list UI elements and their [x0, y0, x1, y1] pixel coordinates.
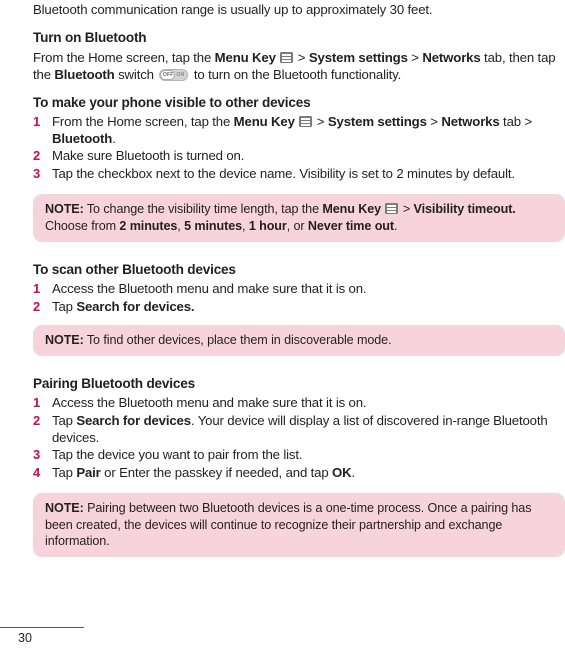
para-seg: From the Home screen, tap the [33, 50, 215, 65]
note-seg: Choose from [45, 218, 120, 233]
list-item: 1 Access the Bluetooth menu and make sur… [33, 281, 565, 298]
step-seg: Tap [52, 413, 77, 429]
toggle-switch-icon: OFF ON [159, 69, 189, 81]
step-number: 3 [33, 447, 41, 463]
step-seg: > [313, 114, 328, 129]
menu-key-icon [280, 52, 294, 63]
note-label: NOTE: [45, 501, 84, 516]
step-number: 1 [33, 395, 41, 411]
para-seg: switch [114, 67, 158, 82]
manual-page: Bluetooth communication range is usually… [0, 0, 565, 654]
note-label: NOTE: [45, 333, 84, 348]
menu-key-label: Menu Key [322, 202, 382, 217]
note-seg: To change the visibility time length, ta… [83, 202, 323, 217]
pair-label: Pair [76, 464, 101, 480]
step-text: Tap Search for devices. Your device will… [52, 413, 565, 446]
list-item: 2 Tap Search for devices. Your device wi… [33, 413, 565, 446]
para-seg: to turn on the Bluetooth functionality. [190, 67, 402, 82]
option-2-minutes: 2 minutes [119, 218, 178, 233]
step-number: 1 [33, 280, 41, 296]
networks-label: Networks [422, 50, 481, 65]
search-for-devices-label: Search for devices [76, 413, 191, 429]
option-1-hour: 1 hour [248, 218, 287, 233]
visibility-timeout-label: Visibility timeout. [413, 202, 516, 217]
step-seg: . [112, 130, 116, 146]
menu-key-label: Menu Key [233, 114, 295, 129]
ok-label: OK [332, 464, 352, 480]
steps-make-phone-visible: 1 From the Home screen, tap the Menu Key… [33, 114, 565, 182]
menu-key-icon [385, 203, 399, 215]
page-number: 30 [18, 631, 32, 645]
step-seg: Tap [52, 298, 77, 314]
system-settings-label: System settings [327, 114, 427, 129]
option-never-time-out: Never time out [307, 218, 394, 233]
steps-pairing-devices: 1 Access the Bluetooth menu and make sur… [33, 395, 565, 481]
list-item: 3 Tap the device you want to pair from t… [33, 447, 565, 464]
step-seg: > [426, 114, 442, 129]
section-heading-pairing-devices: Pairing Bluetooth devices [33, 376, 195, 392]
toggle-off-label: OFF [162, 72, 174, 78]
note-seg: > [399, 202, 414, 217]
list-item: 1 Access the Bluetooth menu and make sur… [33, 395, 565, 412]
step-number: 3 [33, 165, 41, 181]
note-seg: . [394, 218, 398, 233]
menu-key-label: Menu Key [214, 50, 276, 65]
note-pairing-one-time: NOTE: Pairing between two Bluetooth devi… [33, 493, 565, 558]
step-number: 4 [33, 464, 41, 480]
list-item: 2 Tap Search for devices. [33, 299, 565, 316]
step-number: 1 [33, 114, 41, 129]
section-heading-turn-on-bluetooth: Turn on Bluetooth [33, 30, 147, 45]
list-item: 4 Tap Pair or Enter the passkey if neede… [33, 465, 565, 482]
note-discoverable-mode: NOTE: To find other devices, place them … [33, 325, 565, 357]
page-footer: 30 [0, 627, 100, 646]
section-heading-scan-devices: To scan other Bluetooth devices [33, 261, 236, 277]
option-5-minutes: 5 minutes [184, 218, 242, 233]
step-text: From the Home screen, tap the Menu Key >… [52, 114, 565, 147]
step-number: 2 [33, 148, 41, 164]
system-settings-label: System settings [308, 50, 408, 65]
step-number: 2 [33, 413, 41, 429]
step-text: Make sure Bluetooth is turned on. [52, 148, 245, 164]
step-text: Tap Search for devices. [52, 299, 565, 316]
step-seg: Tap [52, 464, 77, 480]
step-seg: or Enter the passkey if needed, and tap [100, 464, 333, 480]
toggle-on-label: ON [176, 72, 185, 78]
list-item: 2 Make sure Bluetooth is turned on. [33, 148, 565, 165]
para-seg: > [407, 50, 423, 65]
menu-key-icon [299, 116, 313, 127]
turn-on-bluetooth-paragraph: From the Home screen, tap the Menu Key >… [33, 49, 565, 83]
note-label: NOTE: [45, 202, 84, 217]
step-seg: . [351, 464, 356, 480]
step-seg: From the Home screen, tap the [52, 114, 234, 129]
note-visibility-timeout: NOTE: To change the visibility time leng… [33, 194, 565, 242]
search-for-devices-label: Search for devices. [76, 298, 195, 314]
footer-divider [0, 627, 84, 628]
para-seg: > [294, 50, 309, 65]
page-content: Bluetooth communication range is usually… [33, 0, 565, 558]
step-text: Tap the device you want to pair from the… [52, 447, 303, 463]
list-item: 1 From the Home screen, tap the Menu Key… [33, 114, 565, 147]
intro-paragraph: Bluetooth communication range is usually… [33, 0, 565, 18]
steps-scan-devices: 1 Access the Bluetooth menu and make sur… [33, 281, 565, 315]
intro-text: Bluetooth communication range is usually… [33, 2, 433, 17]
step-text: Access the Bluetooth menu and make sure … [52, 395, 367, 411]
bluetooth-label: Bluetooth [54, 67, 115, 82]
step-text: Access the Bluetooth menu and make sure … [52, 280, 367, 296]
note-seg: Pairing between two Bluetooth devices is… [45, 501, 532, 549]
networks-label: Networks [441, 114, 500, 129]
step-text: Tap the checkbox next to the device name… [52, 165, 515, 181]
step-number: 2 [33, 298, 41, 314]
step-text: Tap Pair or Enter the passkey if needed,… [52, 465, 565, 482]
list-item: 3 Tap the checkbox next to the device na… [33, 166, 565, 183]
note-seg: , [242, 218, 249, 233]
note-seg: To find other devices, place them in dis… [83, 333, 392, 348]
step-seg: tab > [499, 114, 533, 129]
section-heading-make-phone-visible: To make your phone visible to other devi… [33, 95, 311, 110]
bluetooth-label: Bluetooth [52, 130, 113, 146]
note-seg: , or [286, 218, 308, 233]
